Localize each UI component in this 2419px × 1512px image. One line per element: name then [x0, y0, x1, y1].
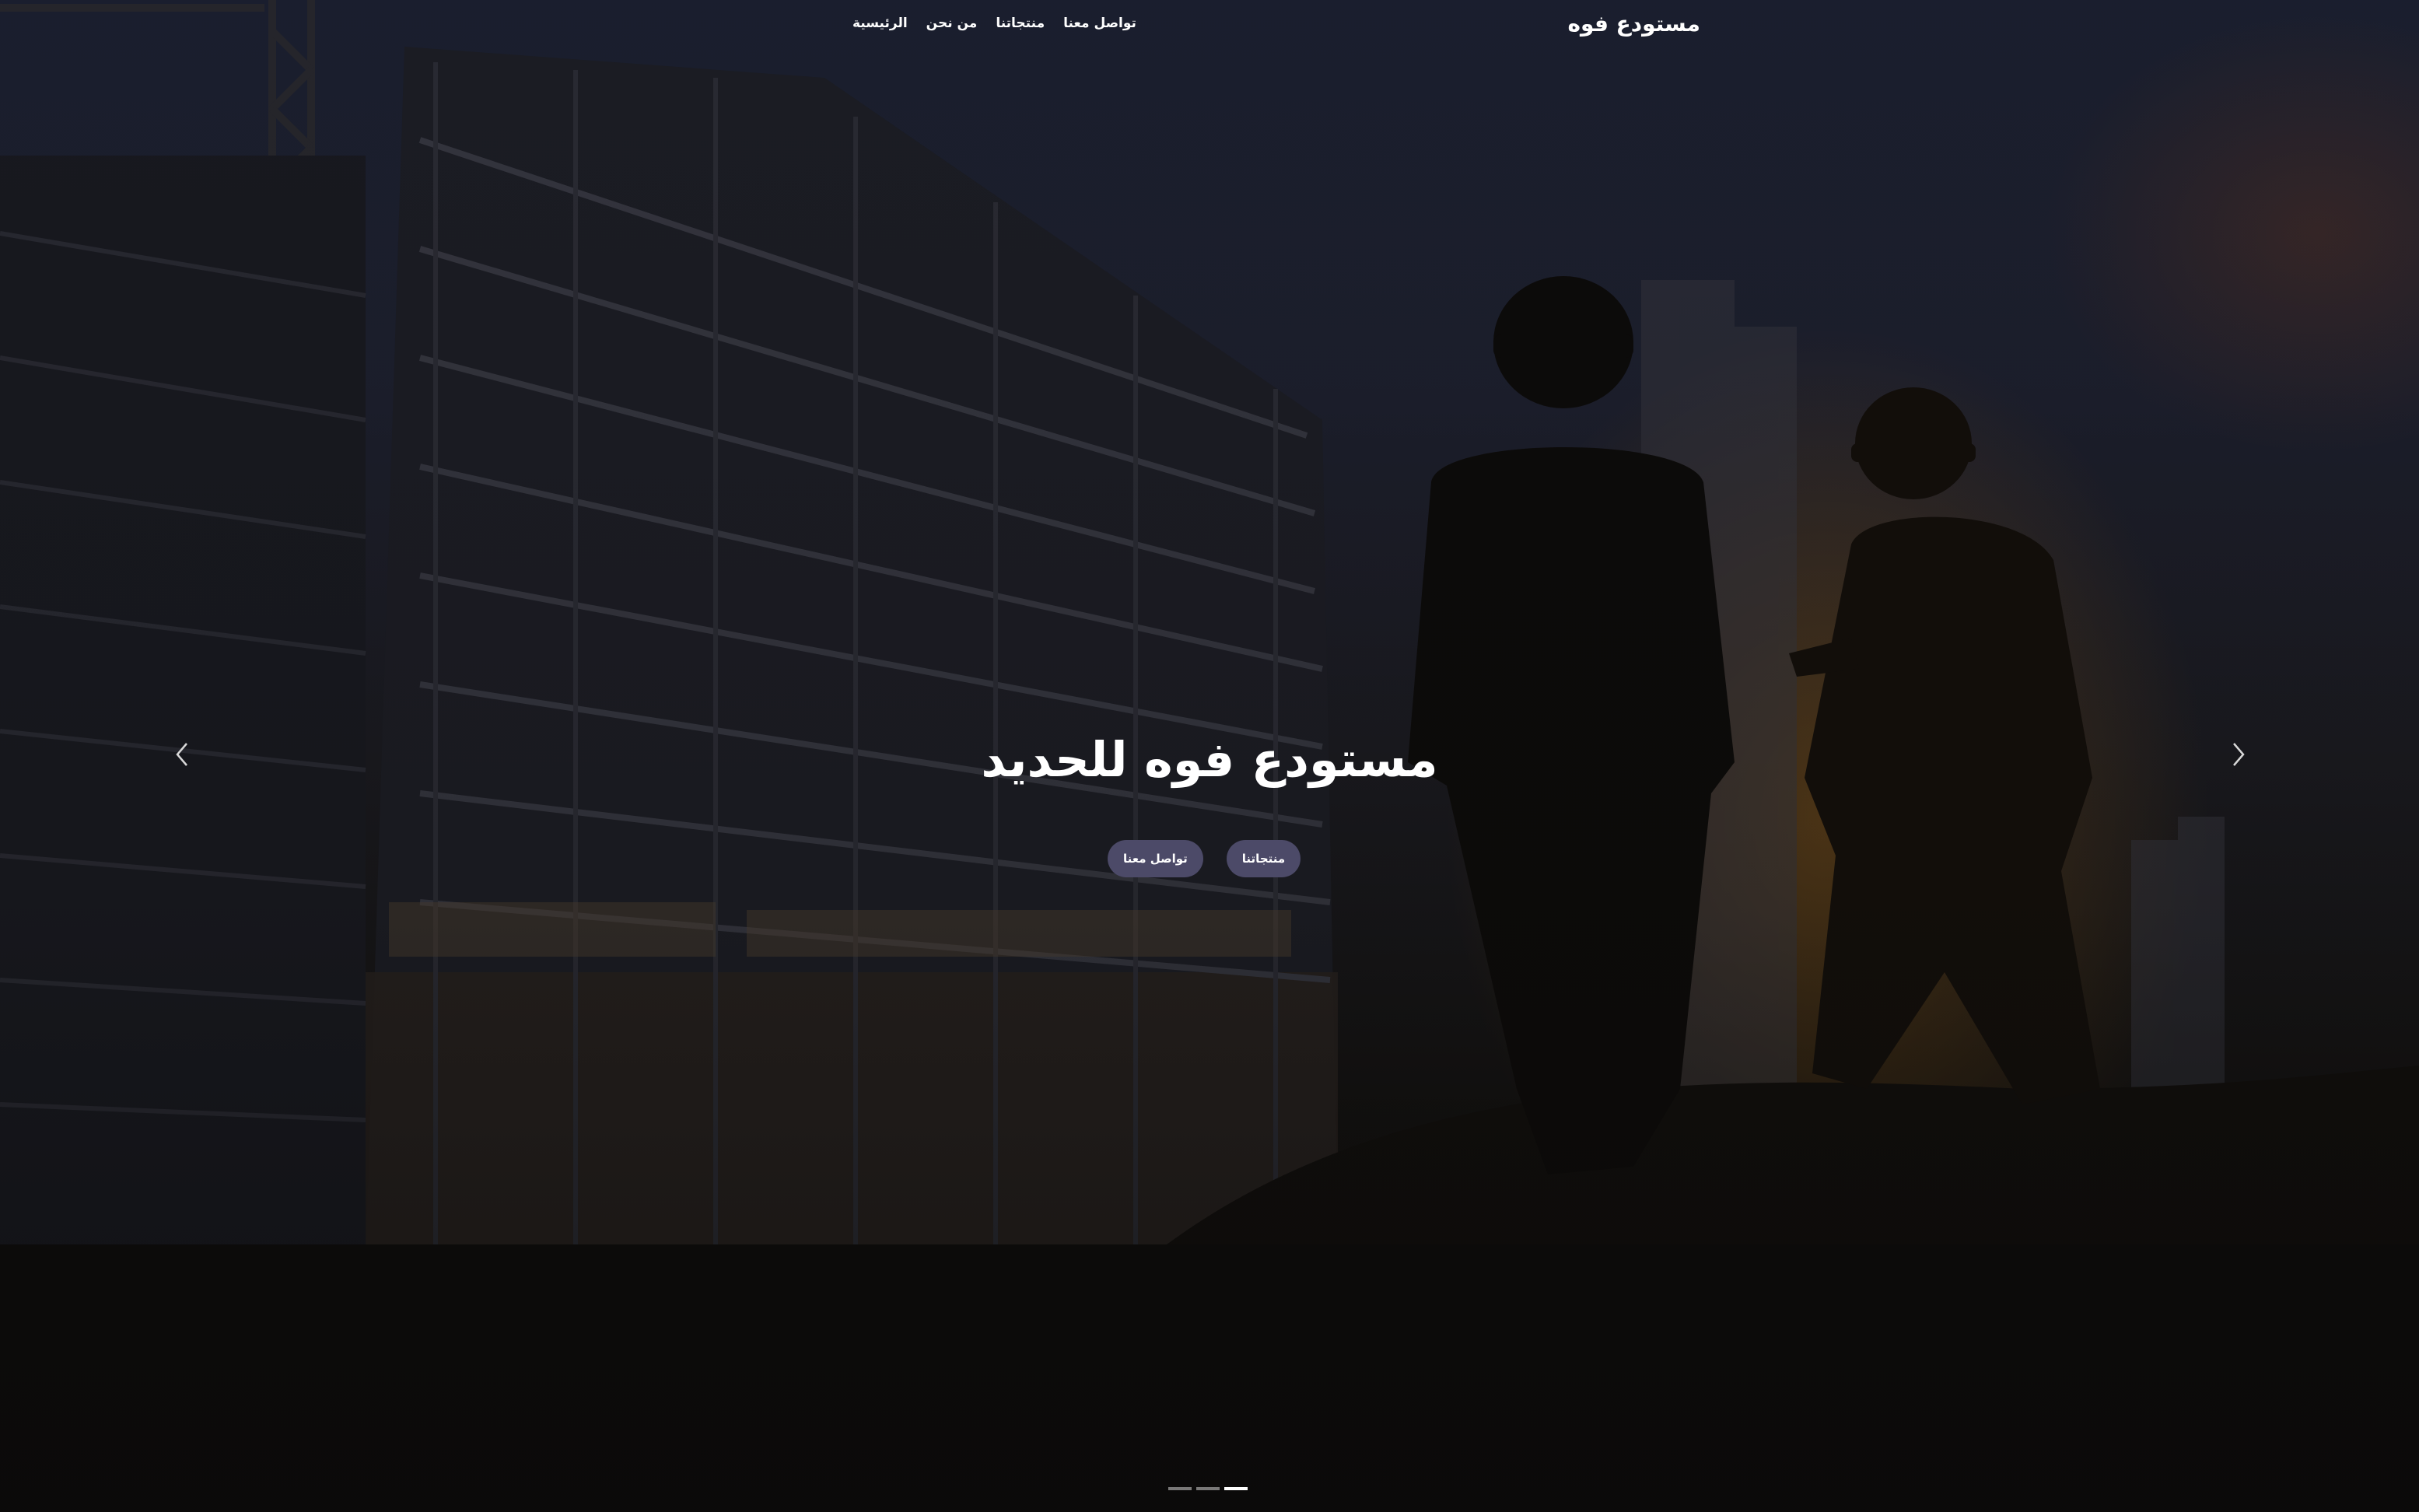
nav-link-home[interactable]: الرئيسية — [852, 16, 908, 31]
nav-link-about[interactable]: من نحن — [926, 16, 978, 31]
nav-item-about: من نحن — [926, 16, 978, 31]
nav-link-products[interactable]: منتجاتنا — [996, 16, 1045, 31]
brand-logo[interactable]: مستودع فوه — [1568, 11, 1700, 37]
hero-buttons: منتجاتنا تواصل معنا — [1108, 840, 1301, 877]
nav-item-products: منتجاتنا — [996, 16, 1045, 31]
top-navbar: مستودع فوه تواصل معنا منتجاتنا من نحن ال… — [0, 0, 2419, 50]
contact-button[interactable]: تواصل معنا — [1108, 840, 1203, 877]
nav-links: تواصل معنا منتجاتنا من نحن الرئيسية — [852, 16, 1136, 31]
nav-item-home: الرئيسية — [852, 16, 908, 31]
carousel-indicators — [1168, 1487, 1248, 1490]
nav-item-contact: تواصل معنا — [1063, 16, 1136, 31]
hero-carousel: مستودع فوه تواصل معنا منتجاتنا من نحن ال… — [0, 0, 2419, 1512]
products-button[interactable]: منتجاتنا — [1226, 840, 1301, 877]
carousel-next-button[interactable] — [2223, 739, 2254, 770]
chevron-left-icon — [176, 743, 187, 766]
carousel-prev-button[interactable] — [166, 739, 198, 770]
nav-link-contact[interactable]: تواصل معنا — [1063, 16, 1136, 31]
hero-title: مستودع فوه للحديد — [981, 731, 1438, 788]
chevron-right-icon — [2233, 743, 2245, 766]
carousel-indicator[interactable] — [1196, 1487, 1220, 1490]
carousel-indicator[interactable] — [1224, 1487, 1248, 1490]
carousel-indicator[interactable] — [1168, 1487, 1192, 1490]
